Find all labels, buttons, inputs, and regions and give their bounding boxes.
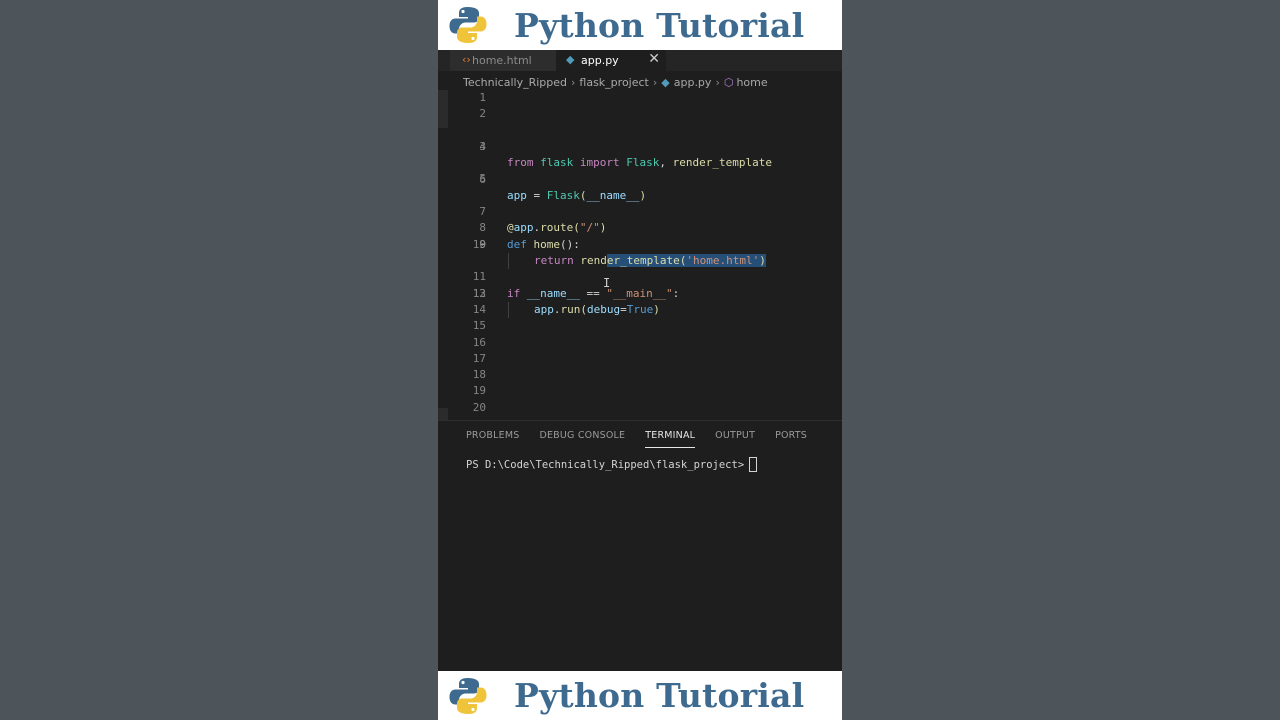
- python-file-icon: ◆: [661, 75, 670, 89]
- code-line: 7 @app.route("/"): [438, 188, 842, 234]
- tab-label: app.py: [581, 54, 619, 67]
- code-line-active: 9 return render_template('home.html'): [438, 220, 842, 267]
- panel-tab-bar: PROBLEMS DEBUG CONSOLE TERMINAL OUTPUT P…: [466, 429, 827, 448]
- banner-title: Python Tutorial: [514, 676, 805, 715]
- line-number: 4: [479, 139, 486, 153]
- python-logo-icon: [449, 677, 487, 714]
- code-editor: ‹› home.html ◆ app.py ✕ Technically_Ripp…: [438, 50, 842, 672]
- code-line: 13: [438, 286, 842, 302]
- line-number: 18: [472, 368, 486, 382]
- prompt-text: PS D:\Code\Technically_Ripped\flask_proj…: [466, 458, 745, 471]
- code-line: 8 def home():: [438, 204, 842, 250]
- video-frame: Python Tutorial ‹› home.html ◆ app.py ✕ …: [438, 0, 842, 720]
- code-line: 17: [438, 351, 842, 367]
- tab-label: home.html: [472, 54, 532, 67]
- chevron-right-icon: ›: [652, 75, 658, 89]
- line-number: 19: [472, 384, 486, 398]
- terminal-prompt[interactable]: PS D:\Code\Technically_Ripped\flask_proj…: [466, 457, 758, 472]
- line-number: 20: [472, 400, 486, 414]
- line-number: 1: [479, 91, 486, 104]
- bottom-banner: Python Tutorial: [438, 671, 842, 720]
- code-line: 19: [438, 383, 842, 399]
- code-line: 1: [438, 90, 842, 106]
- breadcrumb: Technically_Ripped › flask_project › ◆ a…: [463, 74, 768, 90]
- breadcrumb-item[interactable]: app.py: [674, 76, 712, 89]
- code-line: 3 from flask import Flask, render_templa…: [438, 123, 842, 169]
- close-icon[interactable]: ✕: [648, 51, 660, 67]
- code-line: 11 if __name__ == "__main__":: [438, 253, 842, 299]
- line-number: 14: [472, 302, 486, 316]
- tab-output[interactable]: OUTPUT: [715, 429, 755, 447]
- code-line: 12 app.run(debug=True): [438, 269, 842, 316]
- line-number: 6: [479, 172, 486, 186]
- code-line: 18: [438, 367, 842, 383]
- code-line: 5 app = Flask(__name__): [438, 155, 842, 201]
- breadcrumb-item[interactable]: Technically_Ripped: [463, 76, 567, 89]
- chevron-right-icon: ›: [571, 75, 576, 89]
- line-number: 13: [472, 286, 486, 300]
- terminal-cursor: [749, 457, 758, 472]
- python-file-icon: ◆: [566, 53, 575, 66]
- code-line: 4: [438, 139, 842, 155]
- code-line: 14: [438, 302, 842, 318]
- code-line: 16: [438, 335, 842, 351]
- function-cube-icon: ⬡: [723, 75, 734, 89]
- tab-debug-console[interactable]: DEBUG CONSOLE: [539, 429, 625, 447]
- code-line: 10: [438, 237, 842, 253]
- line-number: 2: [479, 107, 486, 121]
- breadcrumb-item[interactable]: flask_project: [579, 76, 648, 89]
- line-number: 17: [472, 351, 486, 365]
- bottom-panel: PROBLEMS DEBUG CONSOLE TERMINAL OUTPUT P…: [438, 420, 842, 672]
- chevron-right-icon: ›: [715, 75, 720, 89]
- code-line: 20: [438, 400, 842, 416]
- code-line: 6: [438, 172, 842, 188]
- text-cursor-icon: I: [603, 276, 611, 290]
- tab-problems[interactable]: PROBLEMS: [466, 429, 519, 447]
- editor-tab-bar: ‹› home.html ◆ app.py ✕: [438, 50, 842, 71]
- line-number: 16: [472, 335, 486, 349]
- code-line: 15: [438, 318, 842, 334]
- banner-title: Python Tutorial: [514, 5, 805, 45]
- tab-ports[interactable]: PORTS: [775, 429, 807, 447]
- tab-terminal[interactable]: TERMINAL: [645, 429, 696, 448]
- line-number: 10: [472, 237, 486, 251]
- tab-home-html[interactable]: ‹› home.html: [450, 50, 556, 71]
- tab-app-py[interactable]: ◆ app.py ✕: [556, 50, 666, 71]
- code-line: 2: [438, 106, 842, 122]
- html-file-icon: ‹›: [462, 53, 471, 66]
- line-number: 15: [472, 319, 486, 333]
- breadcrumb-item[interactable]: home: [736, 76, 767, 89]
- python-logo-icon: [449, 7, 487, 43]
- top-banner: Python Tutorial: [438, 0, 842, 50]
